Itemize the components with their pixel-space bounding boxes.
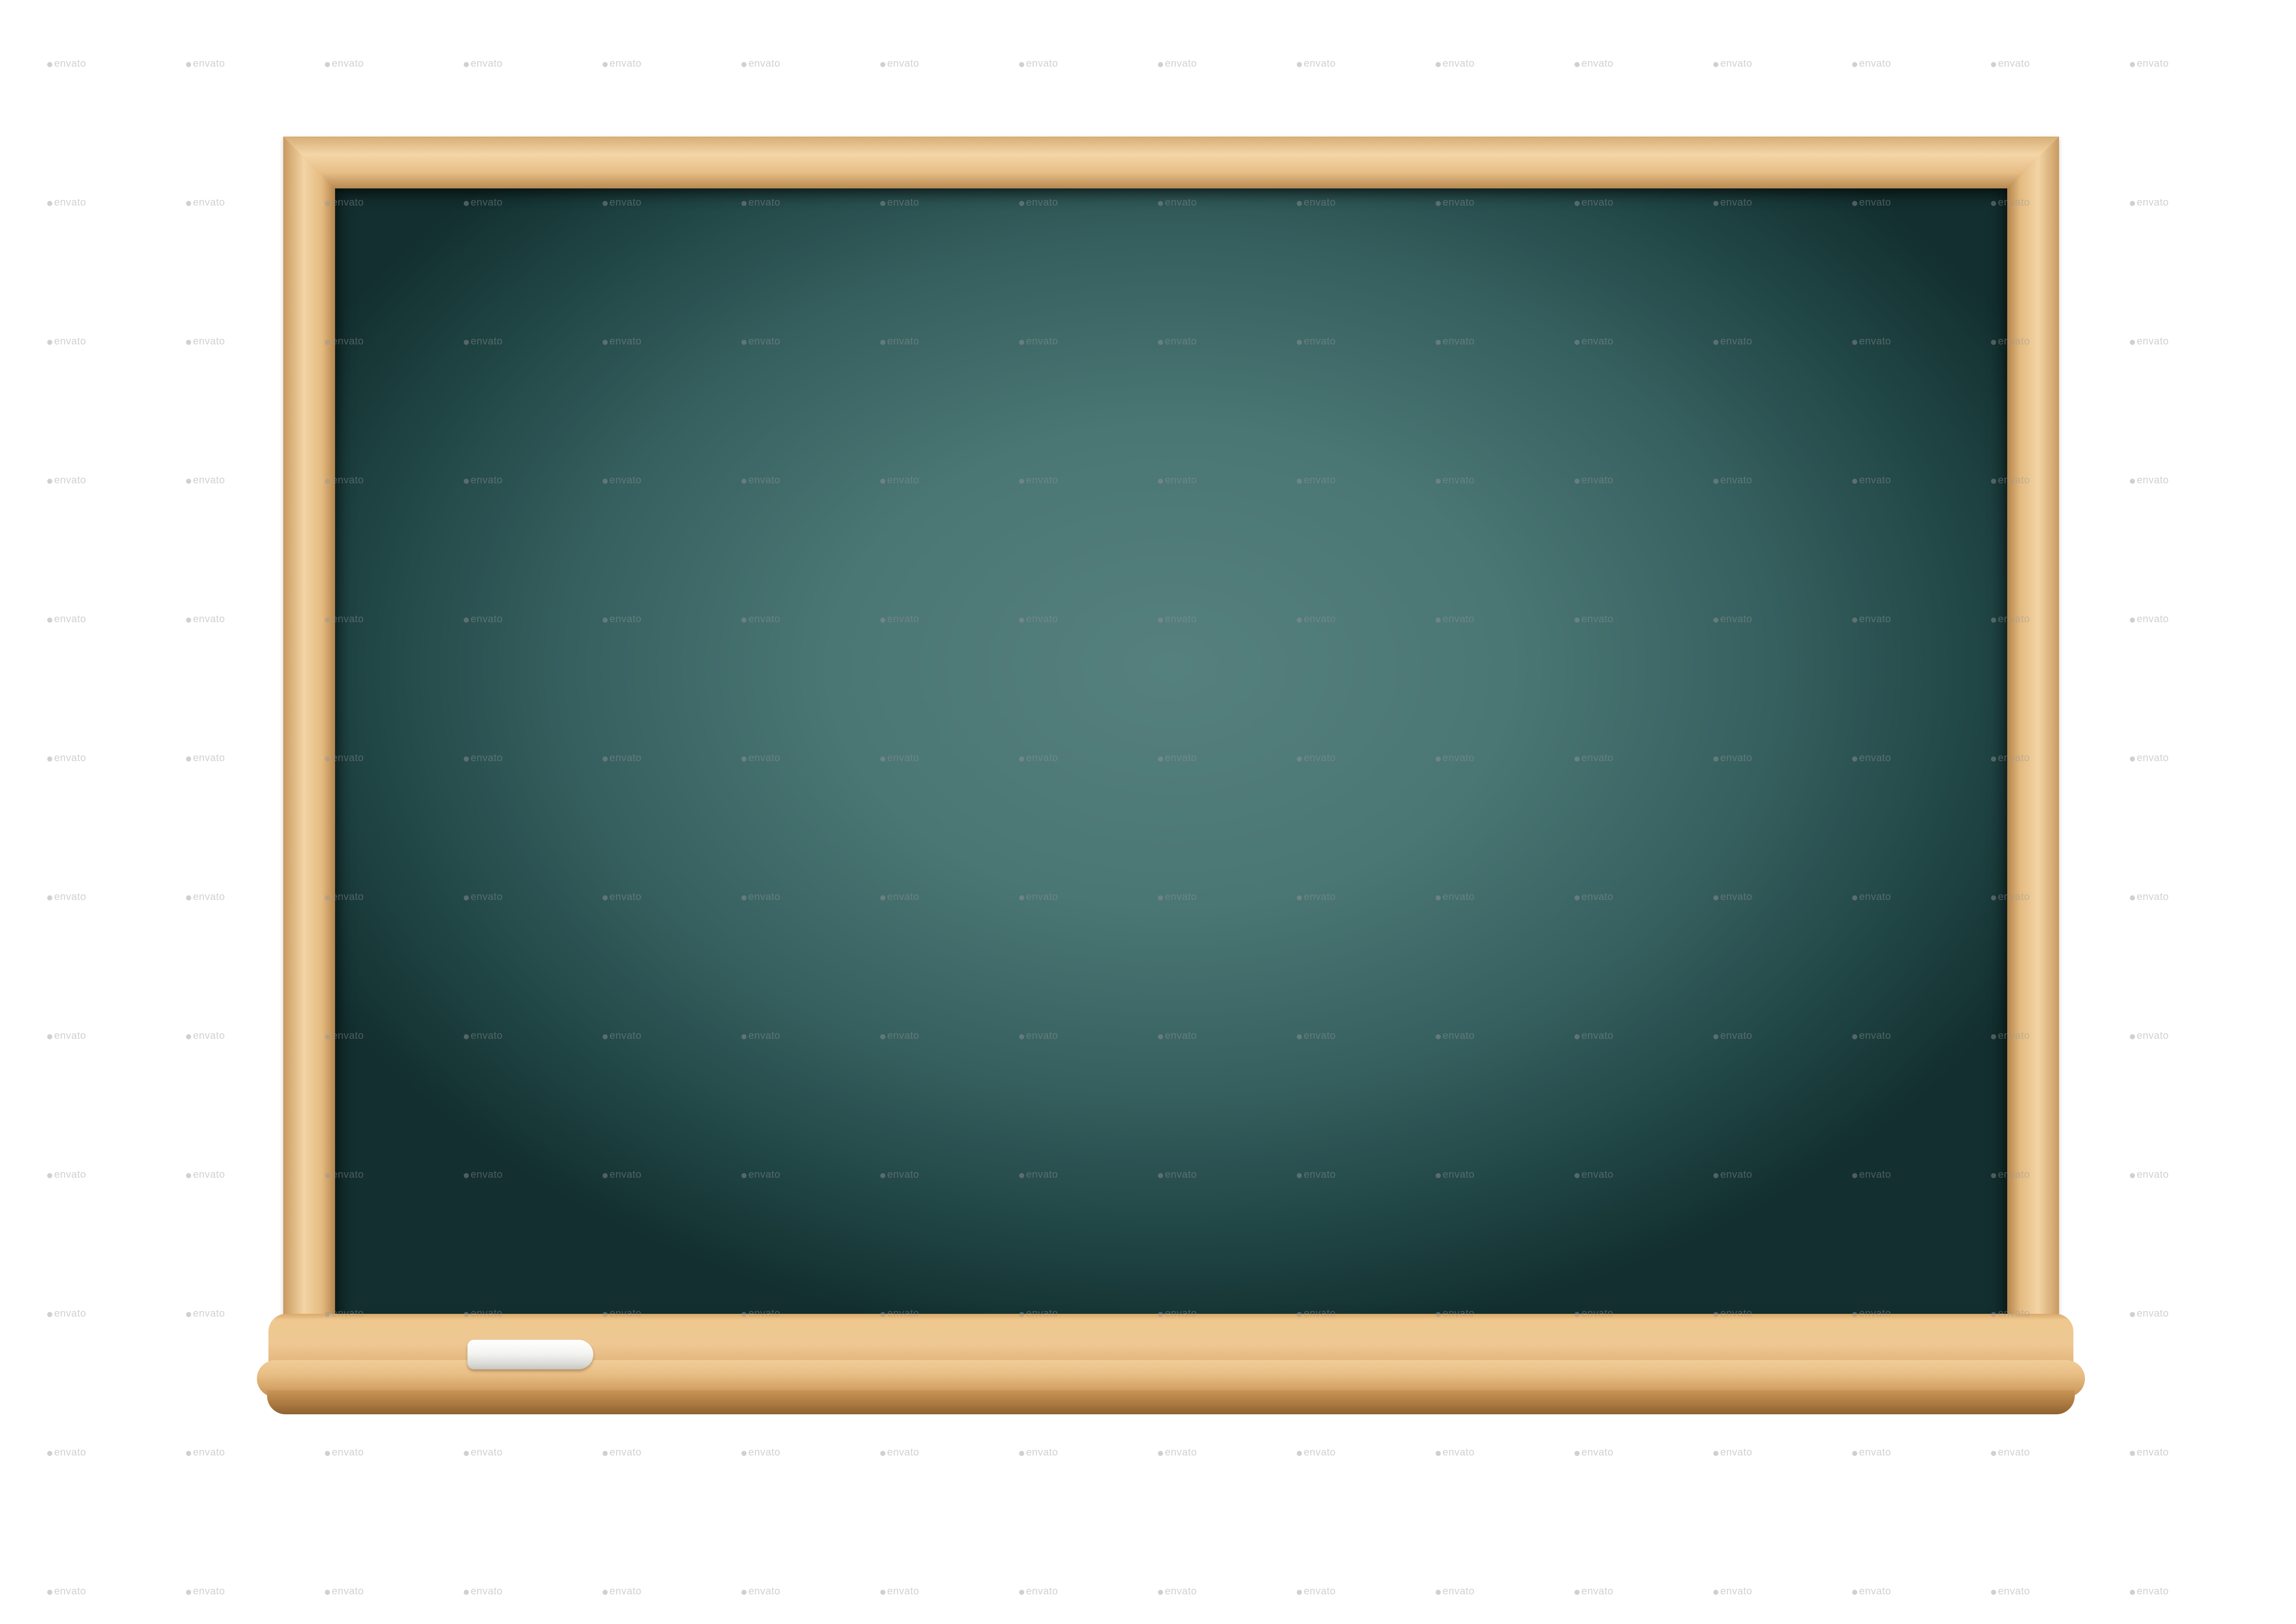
watermark-text: envato bbox=[1852, 1446, 1891, 1458]
watermark-text: envato bbox=[603, 57, 641, 69]
watermark-text: envato bbox=[186, 1585, 225, 1597]
watermark-text: envato bbox=[2130, 1446, 2169, 1458]
watermark-text: envato bbox=[1019, 1585, 1058, 1597]
watermark-text: envato bbox=[47, 1168, 86, 1181]
watermark-text: envato bbox=[1713, 1585, 1752, 1597]
watermark-text: envato bbox=[186, 891, 225, 903]
watermark-text: envato bbox=[880, 1446, 919, 1458]
watermark-text: envato bbox=[186, 335, 225, 347]
watermark-text: envato bbox=[1436, 1585, 1475, 1597]
watermark-text: envato bbox=[1574, 1585, 1613, 1597]
watermark-text: envato bbox=[2130, 335, 2169, 347]
watermark-text: envato bbox=[1852, 1585, 1891, 1597]
watermark-text: envato bbox=[1991, 1446, 2030, 1458]
watermark-text: envato bbox=[741, 1446, 780, 1458]
watermark-text: envato bbox=[1158, 57, 1197, 69]
watermark-text: envato bbox=[186, 474, 225, 486]
watermark-text: envato bbox=[47, 613, 86, 625]
watermark-text: envato bbox=[1574, 1446, 1613, 1458]
watermark-text: envato bbox=[2130, 891, 2169, 903]
watermark-text: envato bbox=[1852, 57, 1891, 69]
watermark-text: envato bbox=[186, 57, 225, 69]
ledge-bottom bbox=[267, 1390, 2075, 1414]
watermark-text: envato bbox=[1297, 1585, 1336, 1597]
watermark-text: envato bbox=[47, 1446, 86, 1458]
watermark-text: envato bbox=[741, 1585, 780, 1597]
watermark-text: envato bbox=[186, 613, 225, 625]
watermark-text: envato bbox=[47, 752, 86, 764]
watermark-text: envato bbox=[1297, 1446, 1336, 1458]
watermark-text: envato bbox=[186, 1030, 225, 1042]
watermark-text: envato bbox=[603, 1446, 641, 1458]
watermark-text: envato bbox=[880, 57, 919, 69]
watermark-text: envato bbox=[1019, 1446, 1058, 1458]
watermark-text: envato bbox=[741, 57, 780, 69]
watermark-text: envato bbox=[1436, 57, 1475, 69]
watermark-text: envato bbox=[186, 1446, 225, 1458]
watermark-text: envato bbox=[2130, 1307, 2169, 1319]
watermark-text: envato bbox=[47, 1030, 86, 1042]
watermark-text: envato bbox=[1158, 1585, 1197, 1597]
watermark-text: envato bbox=[464, 1446, 503, 1458]
frame-right-rail bbox=[2007, 137, 2059, 1326]
watermark-text: envato bbox=[2130, 1585, 2169, 1597]
watermark-text: envato bbox=[47, 474, 86, 486]
chalk-stick bbox=[467, 1340, 593, 1369]
watermark-text: envato bbox=[47, 1585, 86, 1597]
watermark-text: envato bbox=[1574, 57, 1613, 69]
watermark-text: envato bbox=[2130, 57, 2169, 69]
watermark-text: envato bbox=[880, 1585, 919, 1597]
watermark-text: envato bbox=[186, 752, 225, 764]
watermark-text: envato bbox=[47, 196, 86, 208]
frame-top-rail bbox=[283, 137, 2059, 188]
watermark-text: envato bbox=[1158, 1446, 1197, 1458]
watermark-text: envato bbox=[186, 196, 225, 208]
chalkboard-illustration: envato envato envato envato envato envato enva… bbox=[0, 0, 2296, 1624]
watermark-text: envato bbox=[325, 1446, 364, 1458]
watermark-text: envato bbox=[2130, 196, 2169, 208]
watermark-text: envato bbox=[1991, 1585, 2030, 1597]
watermark-text: envato bbox=[603, 1585, 641, 1597]
watermark-text: envato bbox=[2130, 1030, 2169, 1042]
watermark-text: envato bbox=[1713, 1446, 1752, 1458]
watermark-text: envato bbox=[2130, 1168, 2169, 1181]
chalkboard-surface bbox=[335, 188, 2007, 1326]
watermark-text: envato bbox=[47, 891, 86, 903]
watermark-text: envato bbox=[47, 57, 86, 69]
watermark-text: envato bbox=[47, 1307, 86, 1319]
watermark-text: envato bbox=[47, 335, 86, 347]
watermark-text: envato bbox=[325, 1585, 364, 1597]
watermark-text: envato bbox=[1297, 57, 1336, 69]
watermark-text: envato bbox=[464, 57, 503, 69]
watermark-text: envato bbox=[464, 1585, 503, 1597]
watermark-text: envato bbox=[1436, 1446, 1475, 1458]
watermark-text: envato bbox=[1991, 57, 2030, 69]
watermark-text: envato bbox=[1713, 57, 1752, 69]
watermark-text: envato bbox=[186, 1307, 225, 1319]
frame-left-rail bbox=[283, 137, 335, 1326]
watermark-text: envato bbox=[2130, 752, 2169, 764]
watermark-text: envato bbox=[2130, 613, 2169, 625]
watermark-text: envato bbox=[186, 1168, 225, 1181]
watermark-text: envato bbox=[325, 57, 364, 69]
watermark-text: envato bbox=[1019, 57, 1058, 69]
watermark-text: envato bbox=[2130, 474, 2169, 486]
chalkboard-frame bbox=[283, 137, 2059, 1326]
